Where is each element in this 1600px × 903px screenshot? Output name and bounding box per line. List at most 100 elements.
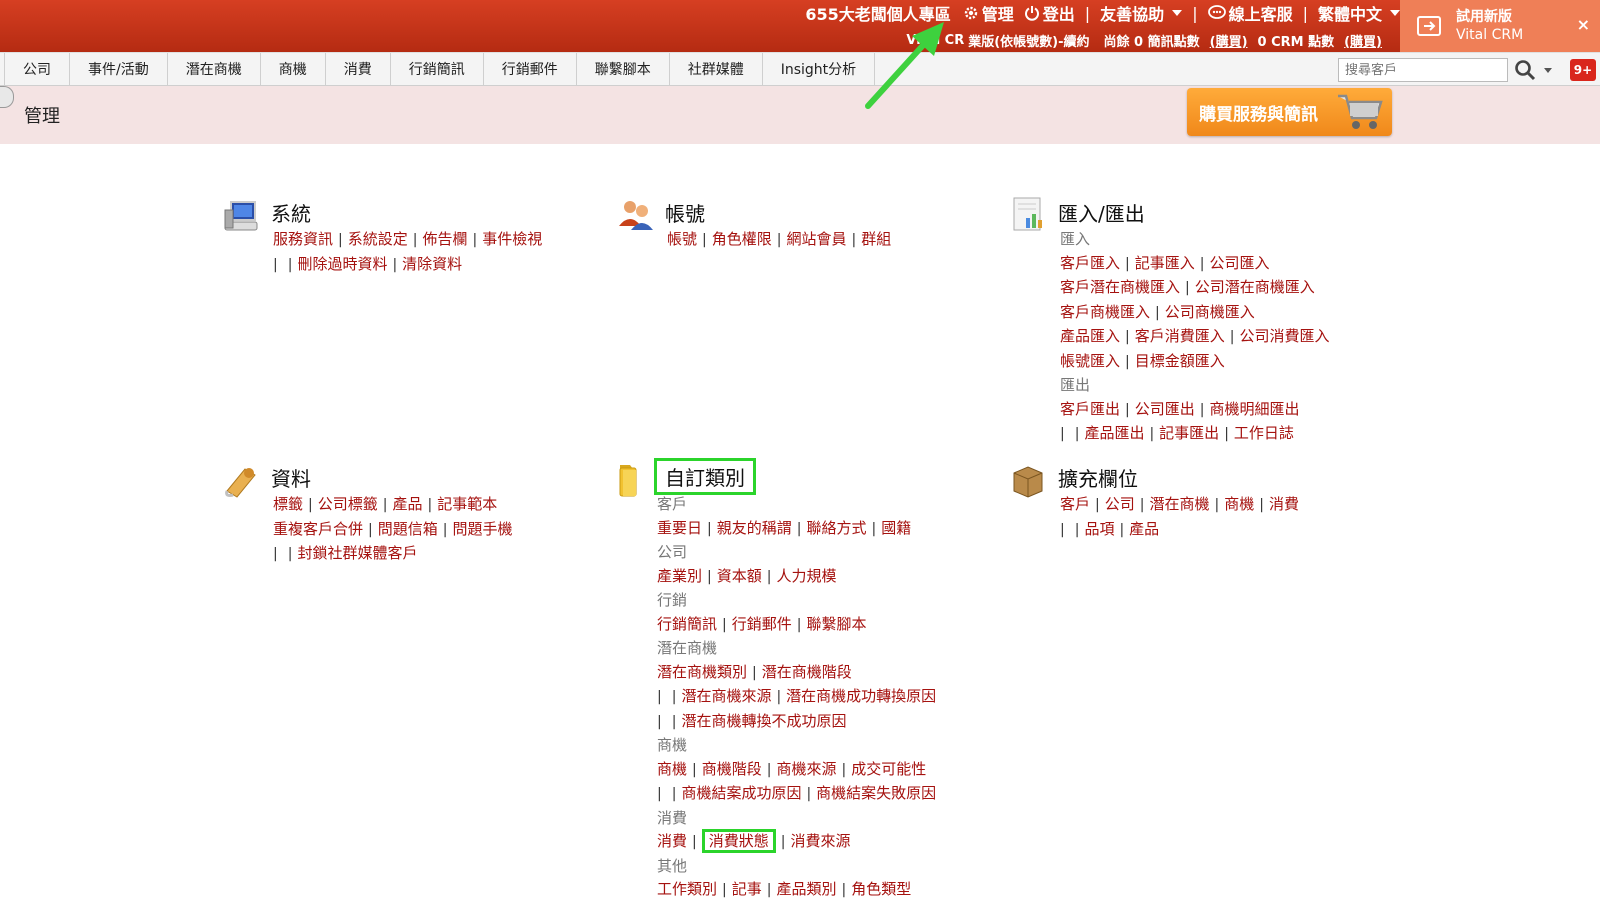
section-link[interactable]: 客戶 — [1060, 495, 1090, 513]
nav-tab[interactable]: 公司 — [4, 53, 70, 85]
nav-tab[interactable]: 行銷郵件 — [484, 53, 577, 85]
section-link[interactable]: 商機階段 — [702, 760, 762, 778]
section-link[interactable]: 角色類型 — [851, 880, 911, 898]
section-link[interactable]: 服務資訊 — [273, 230, 333, 248]
nav-tab[interactable]: 行銷簡訊 — [391, 53, 484, 85]
link-consumption[interactable]: 消費 — [657, 832, 687, 850]
section-link[interactable]: 產品 — [1129, 520, 1159, 538]
buy-service-button[interactable]: 購買服務與簡訊 — [1187, 88, 1392, 136]
trial-new-version-button[interactable]: 試用新版 Vital CRM × — [1400, 0, 1600, 52]
section-link[interactable]: 記事匯入 — [1135, 254, 1195, 272]
section-link[interactable]: 標籤 — [273, 495, 303, 513]
link-consumption-source[interactable]: 消費來源 — [790, 832, 850, 850]
section-link[interactable]: 重複客戶合併 — [273, 520, 363, 538]
section-link[interactable]: 公司標籤 — [318, 495, 378, 513]
nav-tab[interactable]: 聯繫腳本 — [577, 53, 670, 85]
admin-link[interactable]: 管理 — [963, 1, 1014, 25]
section-link[interactable]: 品項 — [1084, 520, 1114, 538]
section-link[interactable]: 人力規模 — [776, 567, 836, 585]
section-link[interactable]: 帳號匯入 — [1060, 352, 1120, 370]
section-link[interactable]: 資本額 — [717, 567, 762, 585]
section-link[interactable]: 公司潛在商機匯入 — [1195, 278, 1315, 296]
section-link[interactable]: 商機來源 — [776, 760, 836, 778]
nav-tab[interactable]: Insight分析 — [763, 53, 876, 85]
link-consumption-status-highlighted[interactable]: 消費狀態 — [701, 829, 776, 853]
section-link[interactable]: 商機 — [657, 760, 687, 778]
section-link[interactable]: 親友的稱謂 — [717, 519, 792, 537]
section-link[interactable]: 記事範本 — [437, 495, 497, 513]
link-row: | | 潛在商機轉換不成功原因 — [657, 710, 936, 735]
section-link[interactable]: 潛在商機轉換不成功原因 — [681, 712, 846, 730]
buy-sms-link[interactable]: (購買) — [1210, 31, 1248, 50]
section-link[interactable]: 公司匯出 — [1135, 400, 1195, 418]
section-link[interactable]: 客戶潛在商機匯入 — [1060, 278, 1180, 296]
section-link[interactable]: 產品 — [392, 495, 422, 513]
section-link[interactable]: 消費 — [1269, 495, 1299, 513]
section-link[interactable]: 客戶商機匯入 — [1060, 303, 1150, 321]
section-link[interactable]: 行銷郵件 — [732, 615, 792, 633]
section-link[interactable]: 產品匯出 — [1084, 424, 1144, 442]
section-link[interactable]: 商機明細匯出 — [1209, 400, 1299, 418]
section-link[interactable]: 系統設定 — [348, 230, 408, 248]
section-link[interactable]: 記事匯出 — [1159, 424, 1219, 442]
section-link[interactable]: 公司商機匯入 — [1165, 303, 1255, 321]
section-link[interactable]: 工作類別 — [657, 880, 717, 898]
section-link[interactable]: 客戶匯出 — [1060, 400, 1120, 418]
section-link[interactable]: 潛在商機類別 — [657, 663, 747, 681]
section-link[interactable]: 客戶消費匯入 — [1135, 327, 1225, 345]
nav-tab[interactable]: 社群媒體 — [670, 53, 763, 85]
section-link[interactable]: 群組 — [861, 230, 891, 248]
customer-search-input[interactable] — [1338, 58, 1508, 82]
language-menu[interactable]: 繁體中文 — [1318, 1, 1400, 25]
section-link[interactable]: 潛在商機階段 — [762, 663, 852, 681]
close-icon[interactable]: × — [1577, 16, 1590, 34]
nav-tab[interactable]: 商機 — [261, 53, 326, 85]
section-link[interactable]: 行銷簡訊 — [657, 615, 717, 633]
section-link[interactable]: 事件檢視 — [482, 230, 542, 248]
section-link[interactable]: 產業別 — [657, 567, 702, 585]
section-link[interactable]: 重要日 — [657, 519, 702, 537]
sidebar-toggle-handle[interactable] — [0, 86, 14, 108]
search-icon[interactable] — [1514, 59, 1536, 81]
section-link[interactable]: 封鎖社群媒體客戶 — [297, 544, 417, 562]
section-link[interactable]: 佈告欄 — [422, 230, 467, 248]
section-link[interactable]: 公司消費匯入 — [1239, 327, 1329, 345]
section-link[interactable]: 問題信箱 — [378, 520, 438, 538]
section-link[interactable]: 目標金額匯入 — [1135, 352, 1225, 370]
link-row: 客戶商機匯入 | 公司商機匯入 — [1060, 301, 1329, 326]
section-link[interactable]: 產品類別 — [776, 880, 836, 898]
section-link[interactable]: 帳號 — [667, 230, 697, 248]
section-link[interactable]: 潛在商機來源 — [681, 687, 771, 705]
link-row: 帳號 | 角色權限 | 網站會員 | 群組 — [667, 228, 891, 253]
section-link[interactable]: 成交可能性 — [851, 760, 926, 778]
section-link[interactable]: 客戶匯入 — [1060, 254, 1120, 272]
buy-crm-link[interactable]: (購買) — [1344, 31, 1382, 50]
section-link[interactable]: 聯絡方式 — [806, 519, 866, 537]
section-link[interactable]: 工作日誌 — [1234, 424, 1294, 442]
section-link[interactable]: 商機結案成功原因 — [681, 784, 801, 802]
section-link[interactable]: 網站會員 — [786, 230, 846, 248]
nav-tab[interactable]: 消費 — [326, 53, 391, 85]
section-link[interactable]: 商機結案失敗原因 — [816, 784, 936, 802]
notification-badge[interactable]: 9+ — [1570, 59, 1596, 81]
section-link[interactable]: 公司匯入 — [1209, 254, 1269, 272]
nav-tab[interactable]: 事件/活動 — [70, 53, 168, 85]
partners-menu[interactable]: 友善協助 — [1100, 1, 1183, 25]
section-link[interactable]: 角色權限 — [712, 230, 772, 248]
section-link[interactable]: 記事 — [732, 880, 762, 898]
section-link[interactable]: 問題手機 — [452, 520, 512, 538]
section-link[interactable]: 清除資料 — [402, 255, 462, 273]
support-link[interactable]: 線上客服 — [1207, 1, 1293, 25]
user-area-link[interactable]: 655大老闆個人專區 — [805, 1, 950, 25]
nav-tab[interactable]: 潛在商機 — [168, 53, 261, 85]
section-link[interactable]: 商機 — [1224, 495, 1254, 513]
search-options-chevron-icon[interactable] — [1544, 68, 1552, 73]
section-link[interactable]: 潛在商機 — [1149, 495, 1209, 513]
section-link[interactable]: 刪除過時資料 — [297, 255, 387, 273]
logout-link[interactable]: 登出 — [1024, 1, 1075, 25]
section-link[interactable]: 聯繫腳本 — [806, 615, 866, 633]
section-link[interactable]: 公司 — [1105, 495, 1135, 513]
section-link[interactable]: 國籍 — [881, 519, 911, 537]
section-link[interactable]: 產品匯入 — [1060, 327, 1120, 345]
section-link[interactable]: 潛在商機成功轉換原因 — [786, 687, 936, 705]
